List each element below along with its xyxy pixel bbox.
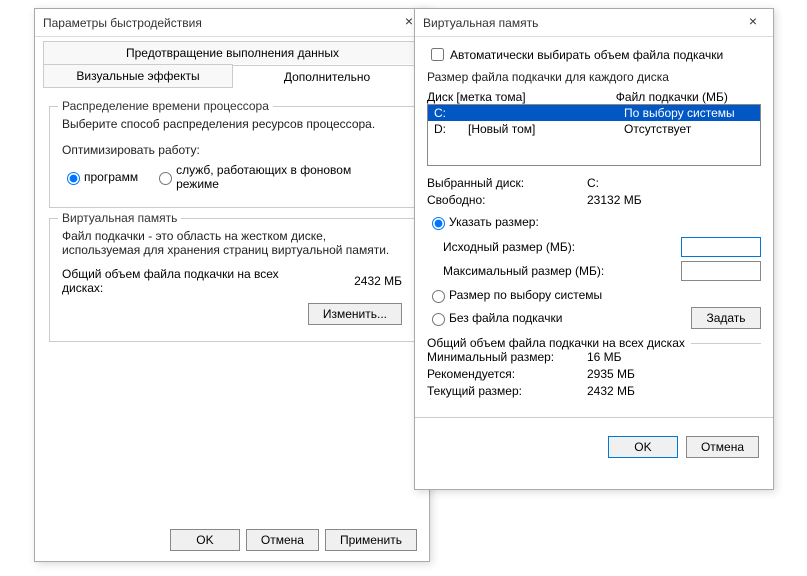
- total-legend: Общий объем файла подкачки на всех диска…: [427, 336, 691, 350]
- free-label: Свободно:: [427, 193, 587, 207]
- col-file: Файл подкачки (МБ): [616, 90, 761, 104]
- change-button[interactable]: Изменить...: [308, 303, 402, 325]
- radio-no-paging-file[interactable]: Без файла подкачки: [427, 310, 562, 326]
- selected-drive-value: C:: [587, 176, 599, 190]
- cur-label: Текущий размер:: [427, 384, 587, 398]
- drive-list[interactable]: C:По выбору системыD:[Новый том]Отсутств…: [427, 104, 761, 166]
- radio-system-managed[interactable]: Размер по выбору системы: [427, 287, 745, 303]
- cancel-button[interactable]: Отмена: [246, 529, 319, 551]
- tab-advanced[interactable]: Дополнительно: [232, 65, 422, 88]
- vm-desc: Файл подкачки - это область на жестком д…: [62, 229, 402, 257]
- min-label: Минимальный размер:: [427, 350, 587, 364]
- dialog-title: Виртуальная память: [423, 16, 741, 30]
- radio-custom-size[interactable]: Указать размер:: [427, 214, 539, 230]
- apply-button[interactable]: Применить: [325, 529, 417, 551]
- radio-programs[interactable]: программ: [62, 169, 138, 185]
- cur-value: 2432 МБ: [587, 384, 635, 398]
- cancel-button[interactable]: Отмена: [686, 436, 759, 458]
- per-drive-label: Размер файла подкачки для каждого диска: [427, 70, 761, 84]
- min-value: 16 МБ: [587, 350, 622, 364]
- titlebar: Виртуальная память ×: [415, 9, 773, 37]
- set-button[interactable]: Задать: [691, 307, 761, 329]
- ok-button[interactable]: OK: [170, 529, 240, 551]
- titlebar: Параметры быстродействия ×: [35, 9, 429, 37]
- selected-drive-label: Выбранный диск:: [427, 176, 587, 190]
- rec-value: 2935 МБ: [587, 367, 635, 381]
- initial-size-input[interactable]: [681, 237, 761, 257]
- group-legend: Виртуальная память: [58, 211, 181, 225]
- radio-services[interactable]: служб, работающих в фоновом режиме: [154, 163, 386, 191]
- auto-manage-checkbox[interactable]: Автоматически выбирать объем файла подка…: [427, 45, 761, 64]
- close-icon[interactable]: ×: [741, 13, 765, 33]
- rec-label: Рекомендуется:: [427, 367, 587, 381]
- col-drive: Диск [метка тома]: [427, 90, 616, 104]
- virtual-memory-dialog: Виртуальная память × Автоматически выбир…: [414, 8, 774, 490]
- tab-visual-effects[interactable]: Визуальные эффекты: [43, 64, 233, 87]
- virtual-memory-group: Виртуальная память Файл подкачки - это о…: [49, 218, 415, 342]
- max-size-input[interactable]: [681, 261, 761, 281]
- dialog-title: Параметры быстродействия: [43, 16, 397, 30]
- vm-total-label: Общий объем файла подкачки на всех диска…: [62, 267, 302, 295]
- performance-options-dialog: Параметры быстродействия × Предотвращени…: [34, 8, 430, 562]
- vm-total-value: 2432 МБ: [354, 274, 402, 288]
- cpu-desc: Выберите способ распределения ресурсов п…: [62, 117, 402, 131]
- group-legend: Распределение времени процессора: [58, 99, 273, 113]
- max-size-label: Максимальный размер (МБ):: [443, 264, 604, 278]
- tab-dep[interactable]: Предотвращение выполнения данных: [43, 41, 422, 64]
- free-value: 23132 МБ: [587, 193, 642, 207]
- initial-size-label: Исходный размер (МБ):: [443, 240, 575, 254]
- cpu-scheduling-group: Распределение времени процессора Выберит…: [49, 106, 415, 208]
- optimize-label: Оптимизировать работу:: [62, 143, 402, 157]
- drive-row[interactable]: D:[Новый том]Отсутствует: [428, 121, 760, 137]
- ok-button[interactable]: OK: [608, 436, 678, 458]
- drive-row[interactable]: C:По выбору системы: [428, 105, 760, 121]
